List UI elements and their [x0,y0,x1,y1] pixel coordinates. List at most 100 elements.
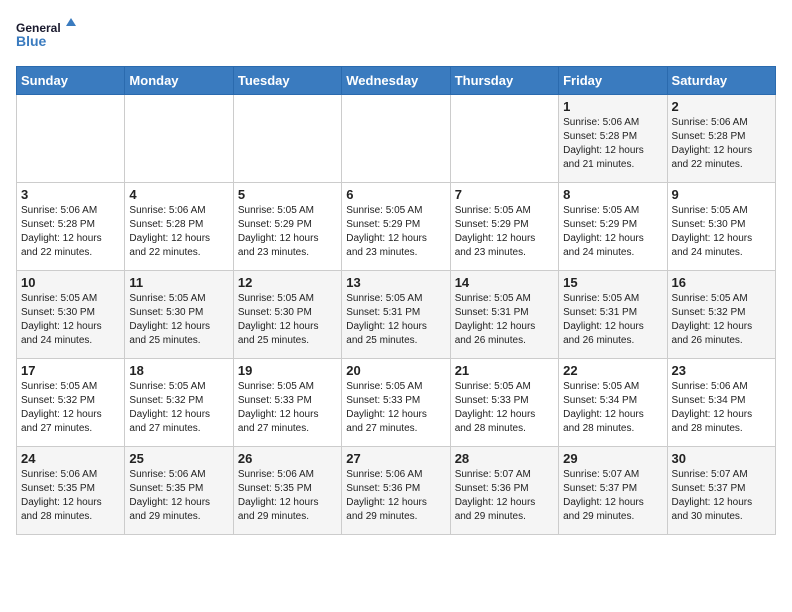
day-number: 11 [129,275,228,290]
calendar-cell: 1 Sunrise: 5:06 AM Sunset: 5:28 PM Daylig… [559,95,667,183]
day-info: Sunrise: 5:06 AM Sunset: 5:34 PM Dayligh… [672,380,771,436]
logo: General Blue [16,16,76,56]
day-info: Sunrise: 5:05 AM Sunset: 5:29 PM Dayligh… [346,204,445,260]
calendar-cell: 17Sunrise: 5:05 AM Sunset: 5:32 PM Dayli… [17,359,125,447]
calendar-table: SundayMondayTuesdayWednesdayThursdayFrid… [16,66,776,535]
day-number: 10 [21,275,120,290]
weekday-header-saturday: Saturday [667,67,775,95]
day-number: 9 [672,187,771,202]
calendar-cell: 16 Sunrise: 5:05 AM Sunset: 5:32 PM Dayli… [667,271,775,359]
day-number: 21 [455,363,554,378]
calendar-cell: 25 Sunrise: 5:06 AM Sunset: 5:35 PM Dayli… [125,447,233,535]
weekday-header-tuesday: Tuesday [233,67,341,95]
day-number: 2 [672,99,771,114]
calendar-cell: 14 Sunrise: 5:05 AM Sunset: 5:31 PM Dayli… [450,271,558,359]
day-info: Sunrise: 5:06 AM Sunset: 5:28 PM Dayligh… [21,204,120,260]
weekday-header-wednesday: Wednesday [342,67,450,95]
day-number: 13 [346,275,445,290]
day-info: Sunrise: 5:05 AM Sunset: 5:29 PM Dayligh… [455,204,554,260]
day-info: Sunrise: 5:05 AM Sunset: 5:29 PM Dayligh… [563,204,662,260]
day-info: Sunrise: 5:07 AM Sunset: 5:37 PM Dayligh… [672,468,771,524]
logo-svg: General Blue [16,16,76,56]
calendar-header: SundayMondayTuesdayWednesdayThursdayFrid… [17,67,776,95]
day-number: 4 [129,187,228,202]
calendar-week-5: 24Sunrise: 5:06 AM Sunset: 5:35 PM Dayli… [17,447,776,535]
day-info: Sunrise: 5:05 AM Sunset: 5:32 PM Dayligh… [129,380,228,436]
day-number: 27 [346,451,445,466]
calendar-cell: 30 Sunrise: 5:07 AM Sunset: 5:37 PM Dayli… [667,447,775,535]
calendar-cell: 13 Sunrise: 5:05 AM Sunset: 5:31 PM Dayli… [342,271,450,359]
day-number: 14 [455,275,554,290]
calendar-body: 1 Sunrise: 5:06 AM Sunset: 5:28 PM Daylig… [17,95,776,535]
calendar-cell: 27 Sunrise: 5:06 AM Sunset: 5:36 PM Dayli… [342,447,450,535]
calendar-cell: 15 Sunrise: 5:05 AM Sunset: 5:31 PM Dayli… [559,271,667,359]
weekday-header-monday: Monday [125,67,233,95]
day-number: 7 [455,187,554,202]
calendar-cell: 2 Sunrise: 5:06 AM Sunset: 5:28 PM Daylig… [667,95,775,183]
calendar-cell [233,95,341,183]
day-info: Sunrise: 5:05 AM Sunset: 5:32 PM Dayligh… [672,292,771,348]
calendar-cell: 9 Sunrise: 5:05 AM Sunset: 5:30 PM Daylig… [667,183,775,271]
weekday-header-sunday: Sunday [17,67,125,95]
calendar-cell: 4 Sunrise: 5:06 AM Sunset: 5:28 PM Daylig… [125,183,233,271]
day-info: Sunrise: 5:06 AM Sunset: 5:35 PM Dayligh… [129,468,228,524]
day-info: Sunrise: 5:05 AM Sunset: 5:31 PM Dayligh… [455,292,554,348]
day-info: Sunrise: 5:05 AM Sunset: 5:29 PM Dayligh… [238,204,337,260]
day-number: 20 [346,363,445,378]
calendar-week-4: 17 Sunrise: 5:05 AM Sunset: 5:32 PM Dayli… [17,359,776,447]
svg-text:Blue: Blue [16,33,47,49]
day-info: Sunrise: 5:05 AM Sunset: 5:30 PM Dayligh… [238,292,337,348]
day-number: 30 [672,451,771,466]
day-number: 29 [563,451,662,466]
calendar-cell: 29 Sunrise: 5:07 AM Sunset: 5:37 PM Dayli… [559,447,667,535]
day-info: Sunrise: 5:05 AM Sunset: 5:33 PM Dayligh… [238,380,337,436]
day-number: 15 [563,275,662,290]
day-info: Sunrise: 5:06 AM Sunset: 5:28 PM Dayligh… [129,204,228,260]
calendar-week-3: 10 Sunrise: 5:05 AM Sunset: 5:30 PM Dayli… [17,271,776,359]
calendar-cell [17,95,125,183]
calendar-cell: 22 Sunrise: 5:05 AM Sunset: 5:34 PM Dayli… [559,359,667,447]
day-info: Sunrise: 5:06 AM Sunset: 5:28 PM Dayligh… [563,116,662,172]
day-number: 23 [672,363,771,378]
day-number: 1 [563,99,662,114]
calendar-week-2: 3 Sunrise: 5:06 AM Sunset: 5:28 PM Daylig… [17,183,776,271]
day-number: 5 [238,187,337,202]
day-info: Sunrise: 5:06 AM Sunset: 5:35 PM Dayligh… [238,468,337,524]
day-info: Sunrise: 5:05 AM Sunset: 5:31 PM Dayligh… [563,292,662,348]
day-info: Sunrise: 5:05 AM Sunset: 5:33 PM Dayligh… [455,380,554,436]
day-number: 6 [346,187,445,202]
day-number: 17 [21,363,120,378]
day-number: 3 [21,187,120,202]
calendar-cell: 20 Sunrise: 5:05 AM Sunset: 5:33 PM Dayli… [342,359,450,447]
day-number: 19 [238,363,337,378]
day-info: Sunrise: 5:05 AM Sunset: 5:30 PM Dayligh… [21,292,120,348]
day-info: Sunrise: 5:05 AM Sunset: 5:31 PM Dayligh… [346,292,445,348]
calendar-cell: 12Sunrise: 5:05 AM Sunset: 5:30 PM Dayli… [233,271,341,359]
calendar-cell: 21 Sunrise: 5:05 AM Sunset: 5:33 PM Dayli… [450,359,558,447]
weekday-header-row: SundayMondayTuesdayWednesdayThursdayFrid… [17,67,776,95]
calendar-cell: 24Sunrise: 5:06 AM Sunset: 5:35 PM Dayli… [17,447,125,535]
page-header: General Blue [16,16,776,56]
calendar-cell [125,95,233,183]
day-info: Sunrise: 5:05 AM Sunset: 5:34 PM Dayligh… [563,380,662,436]
calendar-cell: 11Sunrise: 5:05 AM Sunset: 5:30 PM Dayli… [125,271,233,359]
day-number: 28 [455,451,554,466]
calendar-cell: 3 Sunrise: 5:06 AM Sunset: 5:28 PM Daylig… [17,183,125,271]
day-number: 8 [563,187,662,202]
day-info: Sunrise: 5:07 AM Sunset: 5:37 PM Dayligh… [563,468,662,524]
calendar-cell: 18Sunrise: 5:05 AM Sunset: 5:32 PM Dayli… [125,359,233,447]
day-info: Sunrise: 5:06 AM Sunset: 5:36 PM Dayligh… [346,468,445,524]
day-info: Sunrise: 5:07 AM Sunset: 5:36 PM Dayligh… [455,468,554,524]
calendar-cell [342,95,450,183]
day-number: 25 [129,451,228,466]
day-info: Sunrise: 5:05 AM Sunset: 5:33 PM Dayligh… [346,380,445,436]
calendar-cell: 28 Sunrise: 5:07 AM Sunset: 5:36 PM Dayli… [450,447,558,535]
calendar-cell: 19 Sunrise: 5:05 AM Sunset: 5:33 PM Dayli… [233,359,341,447]
calendar-cell: 8 Sunrise: 5:05 AM Sunset: 5:29 PM Daylig… [559,183,667,271]
weekday-header-thursday: Thursday [450,67,558,95]
calendar-cell: 7 Sunrise: 5:05 AM Sunset: 5:29 PM Daylig… [450,183,558,271]
day-info: Sunrise: 5:05 AM Sunset: 5:30 PM Dayligh… [672,204,771,260]
day-number: 16 [672,275,771,290]
day-info: Sunrise: 5:06 AM Sunset: 5:28 PM Dayligh… [672,116,771,172]
day-number: 22 [563,363,662,378]
